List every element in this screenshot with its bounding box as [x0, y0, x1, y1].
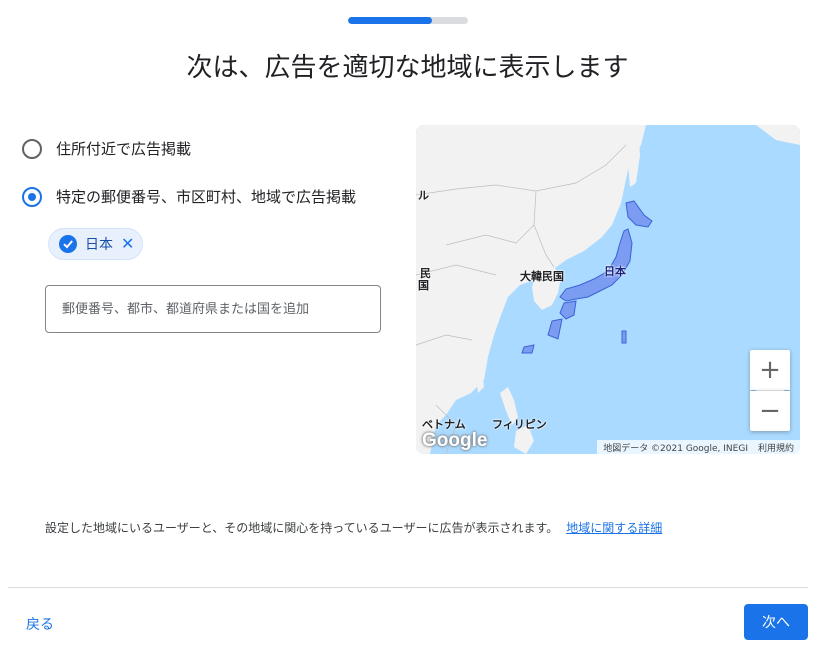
back-button[interactable]: 戻る [26, 614, 54, 634]
radio-label-specific-areas: 特定の郵便番号、市区町村、地域で広告掲載 [56, 188, 357, 206]
check-circle-icon [59, 235, 77, 253]
page-title: 次は、広告を適切な地域に表示します [186, 53, 629, 83]
zoom-out-button[interactable]: − [750, 391, 790, 431]
map-label-japan: 日本 [604, 265, 626, 278]
map-label-mongolia-partial: ル [418, 189, 429, 202]
close-icon[interactable]: ✕ [121, 236, 134, 252]
google-logo: Google [422, 430, 488, 451]
map-canvas [416, 125, 800, 454]
radio-near-address[interactable] [22, 138, 42, 159]
map-label-china-partial2: 国 [418, 279, 429, 292]
learn-more-link[interactable]: 地域に関する詳細 [566, 521, 662, 535]
map-attribution: 地図データ ©2021 Google, INEGI 利用規約 [597, 440, 800, 454]
progress-bar-fill [348, 17, 432, 24]
zoom-in-button[interactable]: + [750, 350, 790, 390]
description-body: 設定した地域にいるユーザーと、その地域に関心を持っているユーザーに広告が表示され… [45, 521, 559, 535]
map-label-korea: 大韓民国 [520, 270, 564, 283]
location-map[interactable]: 大韓民国 日本 民 国 ル ベトナム フィリピン + − Google 地図デー… [416, 125, 800, 454]
footer-divider [8, 587, 808, 588]
location-search-input[interactable] [45, 285, 381, 333]
radio-specific-areas[interactable] [22, 186, 42, 207]
map-label-philippines: フィリピン [492, 418, 547, 431]
location-chip-label: 日本 [85, 237, 113, 253]
radio-label-near-address: 住所付近で広告掲載 [56, 140, 192, 158]
description-text: 設定した地域にいるユーザーと、その地域に関心を持っているユーザーに広告が表示され… [45, 519, 662, 536]
radio-option-near-address[interactable]: 住所付近で広告掲載 [22, 138, 191, 159]
radio-option-specific-areas[interactable]: 特定の郵便番号、市区町村、地域で広告掲載 [22, 186, 356, 207]
next-button[interactable]: 次へ [744, 604, 808, 640]
progress-bar [348, 17, 468, 24]
location-chip-japan: 日本 ✕ [48, 228, 144, 260]
map-terms-link[interactable]: 利用規約 [758, 441, 794, 454]
map-attribution-text: 地図データ ©2021 Google, INEGI [603, 443, 748, 454]
